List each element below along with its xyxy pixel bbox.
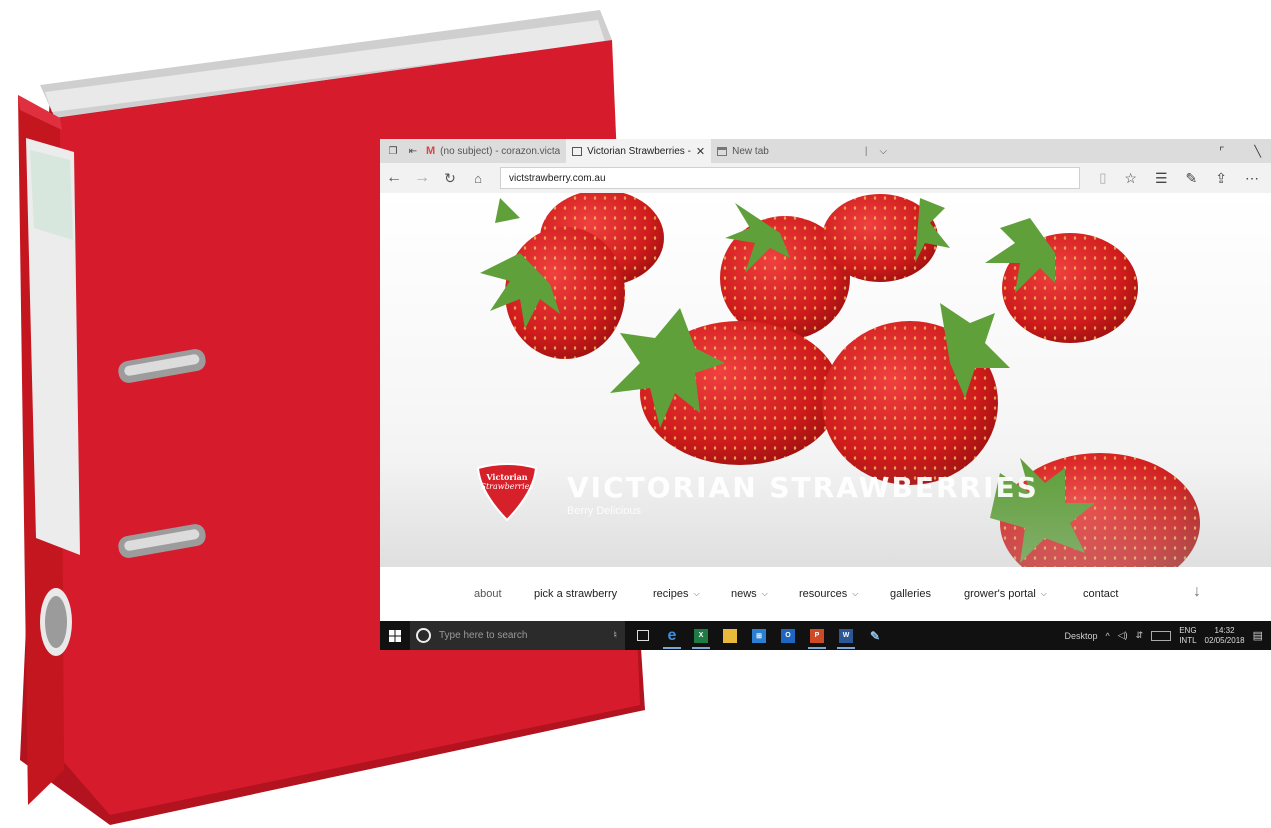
nav-label: news (731, 588, 757, 600)
cortana-icon (416, 628, 431, 643)
desktop-toolbar[interactable]: Desktop (1064, 631, 1097, 641)
nav-item-news[interactable]: news ⌵ (731, 588, 768, 600)
volume-icon[interactable]: ◁) (1118, 630, 1128, 641)
gmail-icon: M (426, 145, 436, 157)
restore-icon[interactable]: ⌜ (1219, 145, 1224, 158)
excel-icon[interactable]: X (690, 621, 712, 650)
clock-time: 14:32 (1214, 625, 1235, 635)
forward-arrow-icon[interactable]: → (408, 169, 436, 187)
victorian-strawberries-logo[interactable] (474, 462, 540, 522)
set-tabs-aside-icon[interactable]: ⇤ (406, 144, 420, 158)
hero-banner: Victorian Strawberries VICTORIAN STRAWBE… (380, 193, 1271, 567)
page-icon (572, 146, 583, 156)
tab-new-tab[interactable]: New tab (711, 139, 775, 163)
task-view-icon[interactable] (632, 621, 654, 650)
clock-date: 02/05/2018 (1204, 635, 1245, 645)
chevron-down-icon[interactable]: ⌵ (879, 146, 887, 157)
nav-item-about[interactable]: about (474, 588, 502, 600)
microphone-icon[interactable]: ♮ (613, 630, 617, 641)
more-dots-icon[interactable]: ⋯ (1245, 170, 1259, 187)
system-tray: Desktop ^ ◁) ⇵ ENG INTL 14:32 02/05/2018… (1064, 626, 1263, 646)
nav-label: contact (1083, 588, 1119, 600)
word-icon[interactable]: W (835, 621, 857, 650)
back-arrow-icon[interactable]: ← (380, 169, 408, 187)
keyboard-icon[interactable] (1151, 630, 1172, 641)
chevron-down-icon: ⌵ (693, 589, 700, 598)
file-explorer-icon[interactable] (719, 621, 741, 650)
share-icon[interactable]: ⇪ (1215, 170, 1227, 187)
strawberry (822, 303, 1010, 485)
home-icon[interactable]: ⌂ (464, 171, 492, 186)
logo-line-2: Strawberries (480, 482, 534, 491)
pen-notes-icon[interactable]: ✎ (1186, 170, 1198, 187)
keyboard-layout: INTL (1179, 635, 1197, 645)
tab-title: (no subject) - corazon.victar (440, 145, 561, 157)
strawberry (985, 218, 1138, 343)
lang-code: ENG (1179, 625, 1197, 635)
window-controls: ⌜ ╲ (1219, 145, 1261, 158)
favorite-star-icon[interactable]: ☆ (1124, 170, 1137, 187)
logo-line-1: Victorian (486, 472, 528, 482)
chevron-down-icon: ⌵ (1040, 589, 1047, 598)
strawberry (822, 194, 950, 282)
chevron-up-icon[interactable]: ^ (1106, 631, 1110, 641)
site-tagline: Berry Delicious (567, 505, 641, 517)
nav-item-recipes[interactable]: recipes ⌵ (653, 588, 700, 600)
nav-item-resources[interactable]: resources ⌵ (799, 588, 858, 600)
tab-preview-icon[interactable]: ❐ (386, 144, 400, 158)
nav-label: resources (799, 588, 848, 600)
powerpoint-icon[interactable]: P (806, 621, 828, 650)
tab-separator: | (864, 145, 868, 157)
tab-victorian-strawberries[interactable]: Victorian Strawberries - ✕ (566, 139, 712, 163)
nav-label: galleries (890, 588, 931, 600)
nav-label: pick a strawberry (534, 588, 618, 600)
windows-logo-icon (389, 629, 401, 642)
browser-screenshot: ❐ ⇤ M (no subject) - corazon.victar Vict… (380, 139, 1271, 650)
chevron-down-icon: ⌵ (852, 589, 859, 598)
clock[interactable]: 14:32 02/05/2018 (1205, 626, 1245, 646)
start-button[interactable] (380, 629, 410, 642)
nav-label: about (474, 588, 502, 600)
nav-item-growers-portal[interactable]: grower's portal ⌵ (964, 588, 1047, 600)
nav-label: recipes (653, 588, 689, 600)
url-field[interactable]: victstrawberry.com.au (500, 167, 1080, 189)
nav-label: grower's portal (964, 588, 1036, 600)
store-icon[interactable]: ⊞ (748, 621, 770, 650)
logo-text: Victorian Strawberries (477, 472, 537, 492)
notifications-icon[interactable]: ▤ (1253, 629, 1263, 642)
paint-icon[interactable]: ✎ (864, 621, 886, 650)
reading-view-icon[interactable]: ▯ (1099, 170, 1106, 187)
outlook-icon[interactable]: O (777, 621, 799, 650)
browser-tab-bar: ❐ ⇤ M (no subject) - corazon.victar Vict… (380, 139, 1271, 163)
close-tab-icon[interactable]: ✕ (696, 145, 705, 158)
tab-title: New tab (732, 145, 769, 157)
language-indicator[interactable]: ENG INTL (1179, 626, 1196, 646)
tab-gmail[interactable]: M (no subject) - corazon.victar (420, 139, 566, 163)
site-title[interactable]: VICTORIAN STRAWBERRIES (567, 471, 1039, 504)
tab-title: Victorian Strawberries - (587, 145, 691, 157)
chevron-down-icon: ⌵ (761, 589, 768, 598)
edge-browser-icon[interactable]: e (661, 621, 683, 650)
address-bar-actions: ▯ ☆ ☰ ✎ ⇪ ⋯ (1099, 170, 1259, 187)
nav-item-contact[interactable]: contact (1083, 588, 1118, 600)
address-bar: ← → ↻ ⌂ victstrawberry.com.au ▯ ☆ ☰ ✎ ⇪ … (380, 163, 1271, 193)
newtab-icon (717, 146, 728, 156)
windows-taskbar: Type here to search ♮ e X ⊞ O P W ✎ Desk… (380, 621, 1271, 650)
main-navigation: about pick a strawberry recipes ⌵ news ⌵… (380, 567, 1271, 621)
close-window-icon[interactable]: ╲ (1254, 145, 1261, 158)
refresh-icon[interactable]: ↻ (436, 170, 464, 187)
nav-item-pick-a-strawberry[interactable]: pick a strawberry (534, 588, 617, 600)
strawberry (480, 227, 625, 359)
url-text: victstrawberry.com.au (509, 172, 606, 184)
nav-item-galleries[interactable]: galleries (890, 588, 931, 600)
taskbar-search-box[interactable]: Type here to search ♮ (410, 621, 625, 650)
search-placeholder: Type here to search (439, 630, 528, 641)
favorites-hub-icon[interactable]: ☰ (1155, 170, 1168, 187)
network-icon[interactable]: ⇵ (1136, 630, 1144, 641)
scroll-down-arrow-icon[interactable]: ↓ (1193, 583, 1201, 601)
